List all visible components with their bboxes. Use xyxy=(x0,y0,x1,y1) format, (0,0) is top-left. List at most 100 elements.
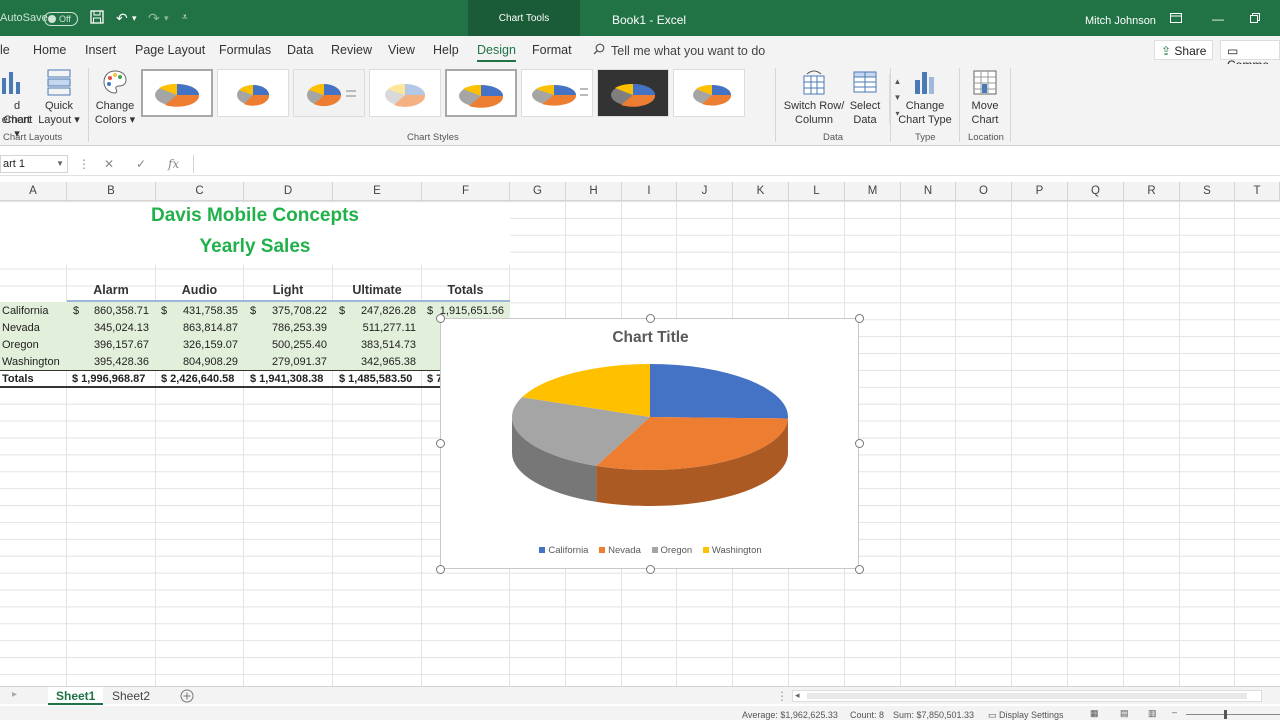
status-average[interactable]: Average: $1,962,625.33 xyxy=(742,710,838,720)
zoom-slider-thumb[interactable] xyxy=(1224,710,1227,719)
chart-style-4[interactable] xyxy=(369,69,441,117)
header-light[interactable]: Light xyxy=(244,283,332,297)
redo-dropdown-icon[interactable]: ▾ xyxy=(164,10,169,26)
column-header-h[interactable]: H xyxy=(566,182,622,201)
row-label-totals[interactable]: Totals xyxy=(2,372,34,387)
chart-style-6[interactable] xyxy=(521,69,593,117)
select-data-button[interactable]: Select Data xyxy=(846,66,884,130)
column-header-q[interactable]: Q xyxy=(1068,182,1124,201)
chart-style-5[interactable] xyxy=(445,69,517,117)
cell-b-nevada[interactable]: 345,024.13 xyxy=(80,321,149,336)
tab-home[interactable]: Home xyxy=(33,43,66,57)
column-header-b[interactable]: B xyxy=(67,182,156,201)
scroll-thumb[interactable] xyxy=(807,693,1247,699)
cell-c-oregon[interactable]: 326,159.07 xyxy=(170,338,238,353)
tab-design[interactable]: Design xyxy=(477,43,516,62)
column-header-i[interactable]: I xyxy=(622,182,677,201)
column-header-n[interactable]: N xyxy=(901,182,956,201)
sheet-tab-1[interactable]: Sheet1 xyxy=(48,687,104,705)
cancel-icon[interactable]: ✕ xyxy=(104,157,114,171)
column-header-r[interactable]: R xyxy=(1124,182,1180,201)
minimize-icon[interactable]: — xyxy=(1212,12,1224,26)
move-chart-button[interactable]: Move Chart xyxy=(962,66,1008,130)
resize-handle-s[interactable] xyxy=(646,565,655,574)
row-label-washington[interactable]: Washington xyxy=(2,355,60,370)
resize-handle-sw[interactable] xyxy=(436,565,445,574)
sheet-title[interactable]: Davis Mobile Concepts xyxy=(0,203,510,235)
resize-handle-ne[interactable] xyxy=(855,314,864,323)
header-alarm[interactable]: Alarm xyxy=(67,283,155,297)
page-layout-view-icon[interactable]: ▤ xyxy=(1120,708,1129,719)
resize-handle-n[interactable] xyxy=(646,314,655,323)
chart-legend[interactable]: California Nevada Oregon Washington xyxy=(441,545,860,556)
cell-c-washington[interactable]: 804,908.29 xyxy=(170,355,238,370)
cell-c-totals[interactable]: $ 2,426,640.58 xyxy=(161,372,234,387)
name-box[interactable]: art 1 ▼ xyxy=(0,155,68,173)
legend-item-washington[interactable]: Washington xyxy=(702,545,762,556)
header-ultimate[interactable]: Ultimate xyxy=(333,283,421,297)
cell-e-california[interactable]: 247,826.28 xyxy=(346,304,416,319)
switch-row-column-button[interactable]: Switch Row/ Column xyxy=(782,66,846,130)
undo-dropdown-icon[interactable]: ▾ xyxy=(132,10,137,26)
cell-e-nevada[interactable]: 511,277.11 xyxy=(346,321,416,336)
display-settings-button[interactable]: ▭ Display Settings xyxy=(988,710,1064,720)
tab-view[interactable]: View xyxy=(388,43,415,57)
autosave-toggle[interactable]: Off xyxy=(44,12,78,26)
cell-b-california[interactable]: 860,358.71 xyxy=(80,304,149,319)
column-header-e[interactable]: E xyxy=(333,182,422,201)
tab-format[interactable]: Format xyxy=(532,43,572,57)
cell-d-washington[interactable]: 279,091.37 xyxy=(258,355,327,370)
legend-item-oregon[interactable]: Oregon xyxy=(651,545,692,556)
column-header-s[interactable]: S xyxy=(1180,182,1235,201)
tab-formulas[interactable]: Formulas xyxy=(219,43,271,57)
undo-icon[interactable]: ↶ xyxy=(116,10,128,26)
cell-e-washington[interactable]: 342,965.38 xyxy=(346,355,416,370)
column-header-m[interactable]: M xyxy=(845,182,901,201)
user-name[interactable]: Mitch Johnson xyxy=(1085,15,1156,27)
horizontal-scrollbar[interactable]: ◂ xyxy=(792,690,1262,702)
insert-function-icon[interactable]: fx xyxy=(168,157,179,171)
tab-data[interactable]: Data xyxy=(287,43,313,57)
restore-icon[interactable] xyxy=(1250,12,1260,26)
page-break-view-icon[interactable]: ▥ xyxy=(1148,708,1157,719)
sheet-tab-2[interactable]: Sheet2 xyxy=(104,687,158,705)
resize-handle-se[interactable] xyxy=(855,565,864,574)
tab-help[interactable]: Help xyxy=(433,43,459,57)
cell-c-california[interactable]: 431,758.35 xyxy=(170,304,238,319)
chart-style-7[interactable] xyxy=(597,69,669,117)
column-header-j[interactable]: J xyxy=(677,182,733,201)
pie-chart[interactable]: Chart Title California Nevada Oregon Was… xyxy=(436,314,864,574)
tab-split-handle[interactable]: ⋮ xyxy=(776,689,788,703)
header-totals[interactable]: Totals xyxy=(422,283,509,297)
cell-e-oregon[interactable]: 383,514.73 xyxy=(346,338,416,353)
previous-sheet-icon[interactable]: ▸ xyxy=(4,687,25,705)
column-header-g[interactable]: G xyxy=(510,182,566,201)
change-colors-button[interactable]: Change Colors ▾ xyxy=(92,66,138,130)
cell-d-totals[interactable]: $ 1,941,308.38 xyxy=(250,372,323,387)
cell-b-washington[interactable]: 395,428.36 xyxy=(80,355,149,370)
column-header-c[interactable]: C xyxy=(156,182,244,201)
legend-item-california[interactable]: California xyxy=(539,545,588,556)
status-count[interactable]: Count: 8 xyxy=(850,710,884,720)
add-chart-element-button[interactable]: d Chart ement ▾ xyxy=(0,66,36,140)
status-sum[interactable]: Sum: $7,850,501.33 xyxy=(893,710,974,720)
cell-b-totals[interactable]: $ 1,996,968.87 xyxy=(72,372,145,387)
resize-handle-w[interactable] xyxy=(436,439,445,448)
share-button[interactable]: ⇪ Share xyxy=(1154,40,1214,60)
cell-c-nevada[interactable]: 863,814.87 xyxy=(170,321,238,336)
row-label-oregon[interactable]: Oregon xyxy=(2,338,39,353)
comments-button[interactable]: ▭ Comme xyxy=(1220,40,1280,72)
tell-me-search[interactable]: Tell me what you want to do xyxy=(593,43,765,58)
chart-style-8[interactable] xyxy=(673,69,745,117)
scroll-left-icon[interactable]: ◂ xyxy=(795,690,800,701)
zoom-slider[interactable] xyxy=(1186,710,1280,719)
save-icon[interactable] xyxy=(90,10,104,27)
column-header-l[interactable]: L xyxy=(789,182,845,201)
tab-review[interactable]: Review xyxy=(331,43,372,57)
tab-insert[interactable]: Insert xyxy=(85,43,116,57)
name-box-dropdown-icon[interactable]: ▼ xyxy=(56,159,64,168)
column-header-p[interactable]: P xyxy=(1012,182,1068,201)
cell-d-california[interactable]: 375,708.22 xyxy=(258,304,327,319)
change-chart-type-button[interactable]: Change Chart Type xyxy=(894,66,956,130)
resize-handle-e[interactable] xyxy=(855,439,864,448)
